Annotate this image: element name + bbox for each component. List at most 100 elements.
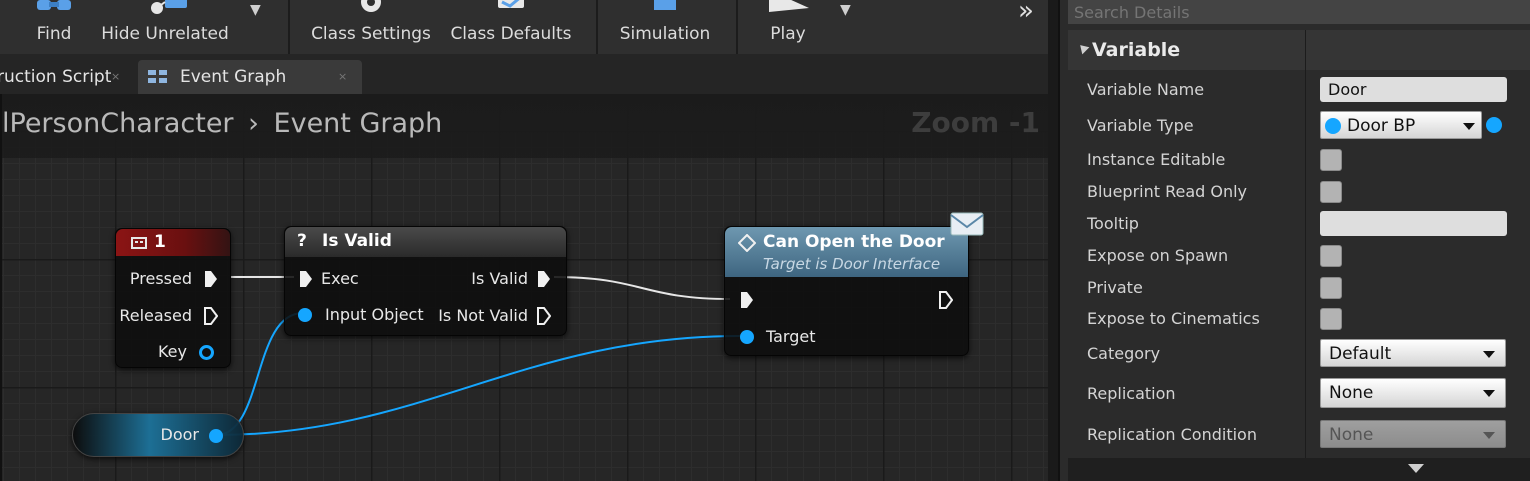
exec-wire[interactable] bbox=[553, 276, 731, 300]
exec-pin-filled-icon[interactable] bbox=[299, 270, 313, 288]
details-panel: Variable Variable Name Door Variable Typ… bbox=[1058, 0, 1530, 481]
object-wire[interactable] bbox=[215, 335, 741, 436]
simulation-button[interactable]: Simulation bbox=[612, 0, 718, 54]
prop-label: Expose to Cinematics bbox=[1087, 309, 1260, 328]
object-pin-icon[interactable] bbox=[209, 429, 223, 443]
instance-editable-checkbox[interactable] bbox=[1320, 149, 1342, 171]
search-details-input[interactable] bbox=[1068, 0, 1530, 24]
can-open-door-node[interactable]: Can Open the Door Target is Door Interfa… bbox=[724, 212, 984, 356]
tab-close-icon[interactable]: × bbox=[111, 70, 120, 83]
prop-label: Private bbox=[1087, 278, 1143, 297]
document-tabs: ruction Script × Event Graph × bbox=[0, 54, 1048, 94]
category-select[interactable]: Default bbox=[1320, 339, 1506, 367]
variable-name-field[interactable]: Door bbox=[1320, 77, 1507, 102]
pin-label: Key bbox=[157, 342, 187, 361]
toolbar-separator bbox=[288, 0, 290, 54]
private-checkbox[interactable] bbox=[1320, 277, 1342, 299]
prop-expose-to-cinematics: Expose to Cinematics bbox=[1068, 303, 1530, 335]
prop-replication-condition: Replication Condition None bbox=[1068, 419, 1530, 451]
simulation-label: Simulation bbox=[619, 24, 711, 44]
expose-to-cinematics-checkbox[interactable] bbox=[1320, 308, 1342, 330]
hide-unrelated-label: Hide Unrelated bbox=[101, 24, 229, 44]
hide-unrelated-button[interactable]: Hide Unrelated bbox=[100, 0, 230, 54]
class-defaults-icon bbox=[498, 0, 524, 8]
play-dropdown-icon[interactable]: ▼ bbox=[840, 2, 851, 18]
object-pin-icon[interactable] bbox=[740, 330, 754, 344]
class-settings-button[interactable]: Class Settings bbox=[306, 0, 436, 54]
variable-type-select[interactable]: Door BP bbox=[1320, 111, 1482, 139]
replication-select[interactable]: None bbox=[1320, 378, 1506, 408]
struct-pin-icon[interactable] bbox=[199, 345, 214, 360]
find-button[interactable]: Find bbox=[18, 0, 90, 54]
chevron-down-icon bbox=[1483, 351, 1495, 358]
pin-label: Released bbox=[119, 306, 192, 325]
chevron-down-icon bbox=[1463, 123, 1475, 130]
class-defaults-button[interactable]: Class Defaults bbox=[446, 0, 576, 54]
tab-construction-script[interactable]: ruction Script × bbox=[0, 60, 130, 94]
category-value: Default bbox=[1329, 344, 1392, 364]
play-button[interactable]: Play bbox=[752, 0, 824, 54]
pin-label: Input Object bbox=[325, 305, 424, 324]
exec-pin-empty-icon[interactable] bbox=[537, 307, 551, 325]
toolbar: Find Hide Unrelated ▼ Class Settings Cla… bbox=[0, 0, 1048, 54]
class-defaults-label: Class Defaults bbox=[450, 24, 572, 44]
container-type-icon[interactable] bbox=[1486, 117, 1502, 133]
prop-label: Tooltip bbox=[1087, 214, 1139, 233]
object-pin-icon[interactable] bbox=[298, 308, 312, 322]
prop-label: Blueprint Read Only bbox=[1087, 182, 1248, 201]
exec-pin-filled-icon[interactable] bbox=[740, 291, 754, 309]
expose-on-spawn-checkbox[interactable] bbox=[1320, 245, 1342, 267]
tab-close-icon[interactable]: × bbox=[338, 70, 347, 83]
object-type-icon bbox=[1325, 118, 1341, 134]
event-graph-canvas[interactable]: lPersonCharacter › Event Graph Zoom -1 1… bbox=[0, 94, 1048, 481]
variable-category-header[interactable]: Variable bbox=[1068, 30, 1530, 70]
prop-category: Category Default bbox=[1068, 338, 1530, 370]
key-event-node[interactable]: 1 Pressed Released Key bbox=[115, 228, 231, 368]
find-label: Find bbox=[36, 24, 72, 44]
pin-label: Is Valid bbox=[471, 269, 528, 288]
chevron-down-icon bbox=[1483, 432, 1495, 439]
tooltip-field[interactable] bbox=[1320, 211, 1507, 236]
exec-pin-empty-icon[interactable] bbox=[939, 291, 953, 309]
door-variable-node[interactable]: Door bbox=[72, 413, 244, 457]
replication-condition-value: None bbox=[1329, 425, 1374, 445]
toolbar-separator bbox=[736, 0, 738, 54]
pin-label: Is Not Valid bbox=[438, 306, 528, 325]
replication-condition-select: None bbox=[1320, 420, 1506, 448]
prop-label: Instance Editable bbox=[1087, 150, 1226, 169]
prop-label: Replication bbox=[1087, 384, 1176, 403]
collapse-arrow-icon[interactable] bbox=[1076, 41, 1090, 55]
toolbar-overflow-icon[interactable]: » bbox=[1018, 0, 1034, 26]
pin-label: Pressed bbox=[129, 269, 192, 288]
prop-instance-editable: Instance Editable bbox=[1068, 144, 1530, 176]
prop-variable-type: Variable Type Door BP bbox=[1068, 110, 1530, 142]
prop-blueprint-read-only: Blueprint Read Only bbox=[1068, 176, 1530, 208]
node-title: Is Valid bbox=[322, 231, 392, 251]
blueprint-read-only-checkbox[interactable] bbox=[1320, 181, 1342, 203]
advanced-expander[interactable] bbox=[1068, 458, 1530, 481]
hide-unrelated-dropdown-icon[interactable]: ▼ bbox=[250, 2, 261, 18]
expand-arrow-icon[interactable] bbox=[1408, 464, 1424, 473]
node-title: Can Open the Door bbox=[763, 232, 945, 252]
prop-variable-name: Variable Name Door bbox=[1068, 74, 1530, 106]
class-settings-label: Class Settings bbox=[311, 24, 431, 44]
exec-pin-filled-icon[interactable] bbox=[537, 270, 551, 288]
prop-label: Variable Type bbox=[1087, 116, 1194, 135]
is-valid-node[interactable]: ? Is Valid Exec Is Valid Input Object Is… bbox=[284, 226, 567, 336]
message-envelope-icon bbox=[950, 212, 984, 236]
exec-pin-empty-icon[interactable] bbox=[204, 307, 218, 325]
exec-pin-filled-icon[interactable] bbox=[204, 270, 218, 288]
pin-label: Target bbox=[766, 327, 816, 346]
prop-tooltip: Tooltip bbox=[1068, 208, 1530, 240]
tab-event-graph[interactable]: Event Graph × bbox=[138, 60, 362, 94]
toolbar-separator bbox=[596, 0, 598, 54]
node-subtitle: Target is Door Interface bbox=[763, 255, 941, 273]
variable-type-value: Door BP bbox=[1347, 116, 1416, 136]
question-icon: ? bbox=[297, 231, 307, 251]
prop-label: Category bbox=[1087, 344, 1161, 363]
tab-label: Event Graph bbox=[180, 67, 287, 87]
pin-label: Exec bbox=[321, 269, 359, 288]
binoculars-icon bbox=[37, 0, 71, 10]
chevron-down-icon bbox=[1483, 390, 1495, 397]
tab-label: ruction Script bbox=[0, 67, 112, 87]
